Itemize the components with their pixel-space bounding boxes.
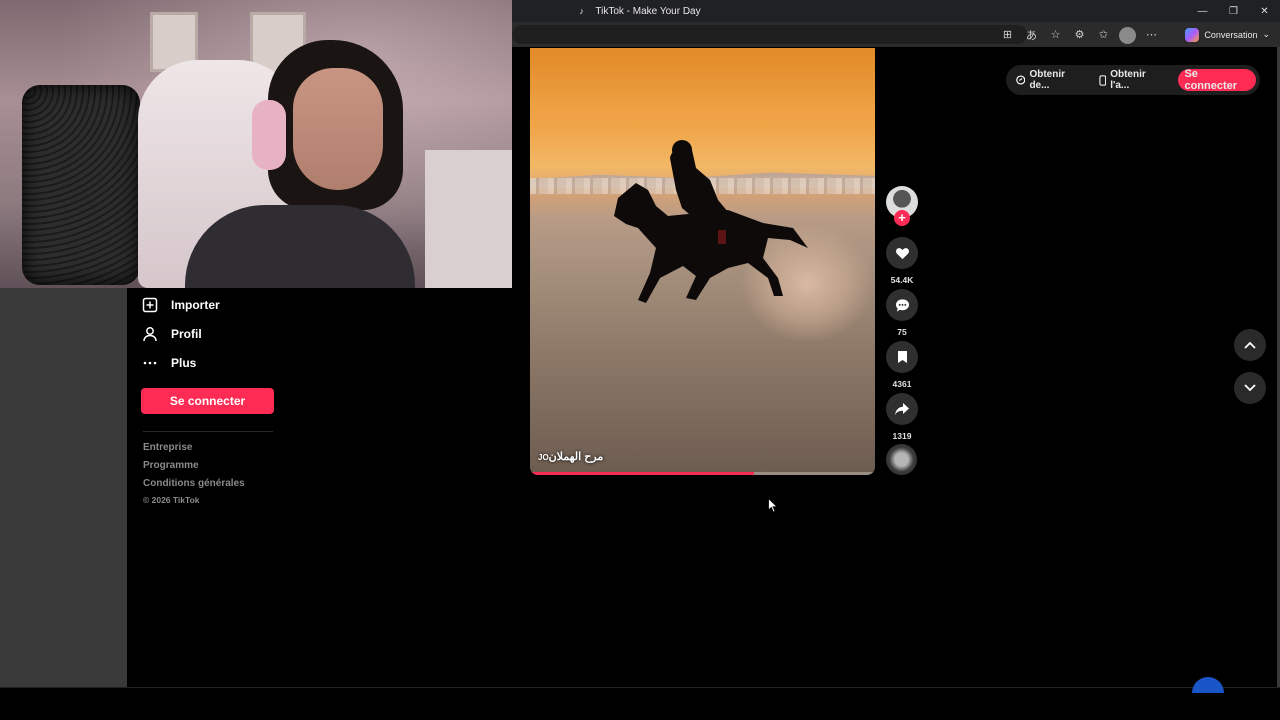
phone-icon: [1099, 74, 1106, 86]
person-icon: [141, 325, 159, 343]
window-title: TikTok - Make Your Day: [595, 5, 701, 17]
sidebar-item-profil[interactable]: Profil: [141, 323, 202, 345]
sidebar-item-label: Importer: [171, 298, 220, 312]
window-controls: — ❐ ✕: [1187, 0, 1280, 22]
footer-link-conditions[interactable]: Conditions générales: [143, 478, 245, 489]
coin-icon: [1016, 75, 1026, 85]
favorite-star-icon[interactable]: ☆: [1047, 26, 1064, 43]
extensions-icon[interactable]: ⚙: [1071, 26, 1088, 43]
speaker: [22, 85, 140, 285]
top-login-button[interactable]: Se connecter: [1178, 68, 1256, 92]
address-bar[interactable]: [512, 25, 1027, 44]
taskbar-area: [0, 687, 1280, 720]
chevron-down-icon: ⌄: [1262, 29, 1270, 39]
chevron-up-icon: [1244, 341, 1256, 349]
video-caption: JOمرح الهملان: [538, 450, 603, 463]
minimize-button[interactable]: —: [1187, 0, 1218, 22]
like-button[interactable]: [886, 237, 918, 269]
conversation-button[interactable]: Conversation ⌄: [1185, 25, 1270, 44]
sidebar-item-importer[interactable]: Importer: [141, 294, 220, 316]
upload-plus-icon: [141, 296, 159, 314]
video-sky: [530, 48, 875, 108]
copyright-text: © 2026 TikTok: [143, 495, 200, 505]
like-action: 54.4K: [886, 237, 918, 285]
follow-button[interactable]: +: [894, 210, 910, 226]
save-action: 4361: [886, 341, 918, 389]
music-disc-icon[interactable]: [886, 444, 917, 475]
tiktok-logo-icon: ♪: [579, 6, 584, 16]
webcam-overlay: [0, 0, 512, 288]
next-video-button[interactable]: [1234, 372, 1266, 404]
get-coins-label: Obtenir de...: [1029, 69, 1066, 91]
bookmark-icon: [897, 351, 907, 363]
share-arrow-icon: [895, 403, 909, 415]
video-progress-fill: [530, 472, 755, 475]
more-dots-icon: [141, 354, 159, 372]
get-app-link[interactable]: Obtenir l'a...: [1099, 69, 1165, 91]
video-caption-suffix: JO: [538, 453, 549, 462]
sidebar-login-button[interactable]: Se connecter: [141, 388, 274, 414]
like-count: 54.4K: [890, 275, 914, 285]
video-player[interactable]: JOمرح الهملان: [530, 48, 875, 475]
copilot-icon: [1185, 27, 1200, 42]
get-coins-link[interactable]: Obtenir de...: [1016, 69, 1085, 91]
share-action: 1319: [886, 393, 918, 441]
sidebar-item-label: Plus: [171, 356, 197, 370]
share-button[interactable]: [886, 393, 918, 425]
comment-action: 75: [886, 289, 918, 337]
more-icon[interactable]: ⋯: [1143, 26, 1160, 43]
profile-icon[interactable]: [1119, 26, 1136, 44]
video-caption-text: مرح الهملان: [548, 451, 604, 463]
comment-icon: [895, 298, 909, 312]
sidebar-item-plus[interactable]: Plus: [141, 352, 196, 374]
chevron-down-icon: [1244, 384, 1256, 392]
headset: [252, 100, 286, 170]
mouse-cursor-icon: [768, 498, 778, 513]
sidebar-item-label: Profil: [171, 327, 202, 341]
footer-link-programme[interactable]: Programme: [143, 460, 199, 471]
save-button[interactable]: [886, 341, 918, 373]
screen: ♪ TikTok - Make Your Day — ❐ ✕ ⊞ あ ☆ ⚙ ✩…: [0, 0, 1280, 720]
streamer-face: [293, 68, 383, 190]
get-app-label: Obtenir l'a...: [1110, 69, 1146, 91]
favorites-icon[interactable]: ✩: [1095, 26, 1112, 43]
conversation-label: Conversation: [1204, 29, 1258, 40]
shelf: [425, 150, 512, 288]
save-count: 4361: [892, 379, 912, 389]
video-progress-bar[interactable]: [530, 472, 875, 475]
restore-button[interactable]: ❐: [1218, 0, 1249, 22]
app-icon[interactable]: ⊞: [999, 26, 1016, 43]
previous-video-button[interactable]: [1234, 329, 1266, 361]
translate-icon[interactable]: あ: [1023, 26, 1040, 43]
share-count: 1319: [892, 431, 912, 441]
comment-button[interactable]: [886, 289, 918, 321]
comment-count: 75: [897, 327, 907, 337]
close-button[interactable]: ✕: [1249, 0, 1280, 22]
horse-rider-silhouette: [614, 140, 808, 303]
toolbar-icons: ⊞ あ ☆ ⚙ ✩ ⋯: [999, 26, 1160, 44]
footer-link-entreprise[interactable]: Entreprise: [143, 442, 192, 453]
sidebar-divider: [143, 431, 273, 432]
top-right-bar: Obtenir de... Obtenir l'a... Se connecte…: [1006, 65, 1260, 95]
heart-icon: [895, 247, 909, 259]
